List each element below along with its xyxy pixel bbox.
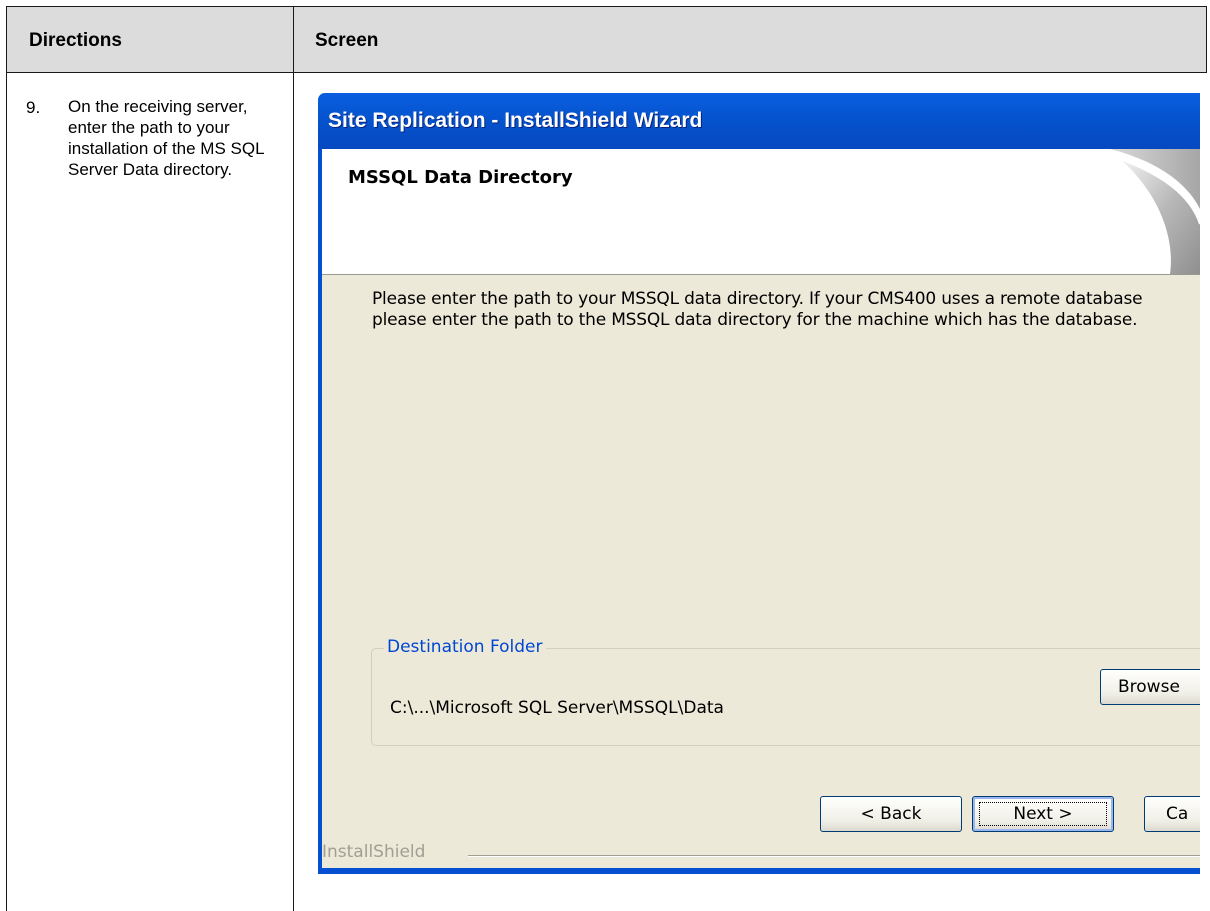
table-border-right [1206,6,1207,73]
instruction-text: Please enter the path to your MSSQL data… [372,289,1143,330]
destination-folder-label: Destination Folder [384,637,546,657]
back-button[interactable]: < Back [820,796,962,832]
installshield-wizard-window: Site Replication - InstallShield Wizard … [318,93,1200,874]
page-curl-icon [1110,149,1200,274]
banner-title: MSSQL Data Directory [348,167,573,188]
wizard-body: Please enter the path to your MSSQL data… [322,275,1200,868]
step-instructions: On the receiving server, enter the path … [68,97,264,179]
footer-divider [468,855,1200,857]
header-directions: Directions [29,30,122,51]
destination-folder-group: Destination Folder C:\...\Microsoft SQL … [371,637,1200,746]
installshield-label: InstallShield [322,842,426,862]
window-frame-bottom [318,868,1200,874]
destination-folder-path: C:\...\Microsoft SQL Server\MSSQL\Data [390,698,724,718]
step-number: 9. [26,98,41,117]
table-header-row: Directions Screen [6,6,1207,73]
table-border-left [6,6,7,911]
window-titlebar[interactable]: Site Replication - InstallShield Wizard [318,93,1200,149]
window-title: Site Replication - InstallShield Wizard [328,109,703,132]
next-button[interactable]: Next > [972,796,1114,832]
table-column-divider [293,6,294,911]
wizard-banner: MSSQL Data Directory [322,149,1200,275]
header-screen: Screen [315,30,379,51]
focus-rectangle [979,802,1107,826]
cancel-button[interactable]: Ca [1144,796,1200,832]
browse-button[interactable]: Browse [1100,669,1200,705]
